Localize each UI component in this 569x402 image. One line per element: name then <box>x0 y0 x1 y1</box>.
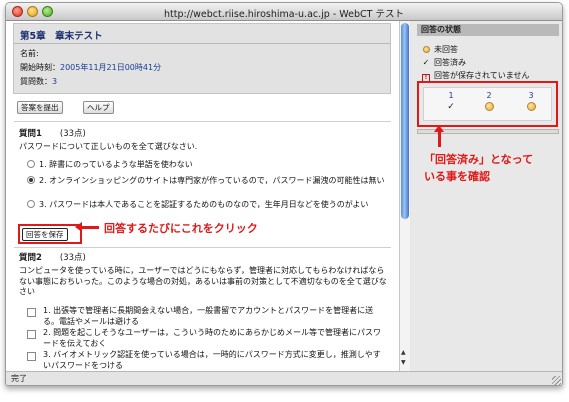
checkmark-icon: ✓ <box>447 102 455 112</box>
question-count-row: 質問数：3 <box>20 76 57 87</box>
question-1-label: 質問1 <box>19 129 42 139</box>
question-2-option-2[interactable]: 2. 問題を起こしそうなユーザーは，こういう時のためにあらかじめメール等で管理者… <box>43 328 388 349</box>
question-status-grid: 1 ✓ 2 3 <box>423 87 552 121</box>
browser-window: http://webct.riise.hiroshima-u.ac.jp - W… <box>5 2 563 386</box>
answer-status-pane: 回答の状態 未回答 ✓ 回答済み ! 回答が保存されていません 1 ✓ 2 3 <box>411 21 562 371</box>
test-header: 第5章 章末テスト 名前: 開始時刻：2005年11月21日00時41分 質問数… <box>13 23 391 94</box>
annotation-status-note-2: いる事を確認 <box>424 170 490 183</box>
annotation-status-note-1: 「回答済み」となって <box>424 153 534 166</box>
legend-unanswered: 未回答 <box>421 44 458 55</box>
annotation-arrow-up <box>434 125 444 147</box>
question-status-3[interactable]: 3 <box>516 91 546 113</box>
radio-button[interactable] <box>27 160 35 168</box>
start-time-label: 開始時刻： <box>20 63 60 72</box>
name-label: 名前: <box>20 49 39 58</box>
question-count-label: 質問数： <box>20 77 52 86</box>
question-2-checkbox-1[interactable] <box>27 308 36 317</box>
question-1-option-3[interactable]: 3. パスワードは本人であることを認証するためのものなので，生年月日などを使うの… <box>27 200 387 211</box>
question-number-link[interactable]: 2 <box>474 91 504 100</box>
question-status-2[interactable]: 2 <box>474 91 504 113</box>
radio-button-selected[interactable] <box>27 176 35 184</box>
status-highlight: 1 ✓ 2 3 <box>417 81 558 127</box>
scroll-up-icon[interactable]: ▲ <box>401 349 406 356</box>
question-2-header: 質問2 (33点) <box>19 251 86 263</box>
question-2-option-3[interactable]: 3. バイオメトリック認証を使っている場合は，一時的にパスワード方式に変更し，推… <box>43 350 388 371</box>
question-2-label: 質問2 <box>19 253 42 263</box>
question-count-value: 3 <box>52 77 58 86</box>
start-time-value: 2005年11月21日00時41分 <box>60 63 162 72</box>
unanswered-icon <box>526 102 536 111</box>
question-2-checkbox-3[interactable] <box>27 352 36 361</box>
legend-answered-label: 回答済み <box>434 58 466 67</box>
title-bar: http://webct.riise.hiroshima-u.ac.jp - W… <box>6 3 562 21</box>
save-answer-button[interactable]: 回答を保存 <box>22 228 68 241</box>
unanswered-icon <box>484 102 494 111</box>
annotation-save-note: 回答するたびにこれをクリック <box>104 222 258 235</box>
divider <box>14 121 391 122</box>
question-2-option-1[interactable]: 1. 出張等で管理者に長期間会えない場合，一般書留でアカウントとパスワードを管理… <box>43 306 388 327</box>
question-number-link[interactable]: 1 <box>436 91 466 100</box>
answer-status-title: 回答の状態 <box>417 24 559 36</box>
question-1-prompt: パスワードについて正しいものを全て選びなさい. <box>19 142 198 151</box>
vertical-scrollbar[interactable]: ▲ ▼ <box>399 21 410 371</box>
scrollbar-thumb[interactable] <box>401 23 409 219</box>
question-2-prompt: コンピュータを使っている時に，ユーザーではどうにもならず，管理者に対応してもらわ… <box>19 266 387 296</box>
window-title: http://webct.riise.hiroshima-u.ac.jp - W… <box>164 9 404 20</box>
status-bar: 完了 <box>6 371 562 385</box>
help-button[interactable]: ヘルプ <box>83 101 114 114</box>
legend-unanswered-label: 未回答 <box>434 45 458 54</box>
question-1-option-1[interactable]: 1. 辞書にのっているような単語を使わない <box>27 160 387 171</box>
resize-grip-icon[interactable] <box>552 376 561 385</box>
legend-answered: ✓ 回答済み <box>421 57 466 68</box>
unanswered-icon <box>422 46 430 53</box>
submit-answers-button[interactable]: 答案を提出 <box>17 101 63 114</box>
radio-button[interactable] <box>27 200 35 208</box>
question-1-option-2[interactable]: 2. オンラインショッピングのサイトは専門家が作っているので，パスワード漏洩の可… <box>27 176 387 187</box>
question-2-points: (33点) <box>59 253 86 263</box>
test-pane: 第5章 章末テスト 名前: 開始時刻：2005年11月21日00時41分 質問数… <box>6 21 399 371</box>
option-text: 3. パスワードは本人であることを認証するためのものなので，生年月日などを使うの… <box>39 200 369 209</box>
scroll-down-icon[interactable]: ▼ <box>401 359 406 366</box>
header-divider <box>14 43 390 44</box>
question-1-header: 質問1 (33点) <box>19 127 86 139</box>
name-row: 名前: <box>20 48 39 59</box>
question-2-checkbox-2[interactable] <box>27 330 36 339</box>
option-text: 1. 辞書にのっているような単語を使わない <box>39 160 193 169</box>
legend-not-saved-label: 回答が保存されていません <box>434 71 530 80</box>
page-title: 第5章 章末テスト <box>20 31 103 42</box>
question-status-1[interactable]: 1 ✓ <box>436 91 466 112</box>
annotation-arrow-left <box>75 222 99 232</box>
start-time-row: 開始時刻：2005年11月21日00時41分 <box>20 62 161 73</box>
question-1-points: (33点) <box>59 129 86 139</box>
status-text: 完了 <box>11 374 27 383</box>
question-number-link[interactable]: 3 <box>516 91 546 100</box>
option-text: 2. オンラインショッピングのサイトは専門家が作っているので，パスワード漏洩の可… <box>39 176 385 185</box>
divider <box>14 247 391 248</box>
checkmark-icon: ✓ <box>422 58 430 67</box>
